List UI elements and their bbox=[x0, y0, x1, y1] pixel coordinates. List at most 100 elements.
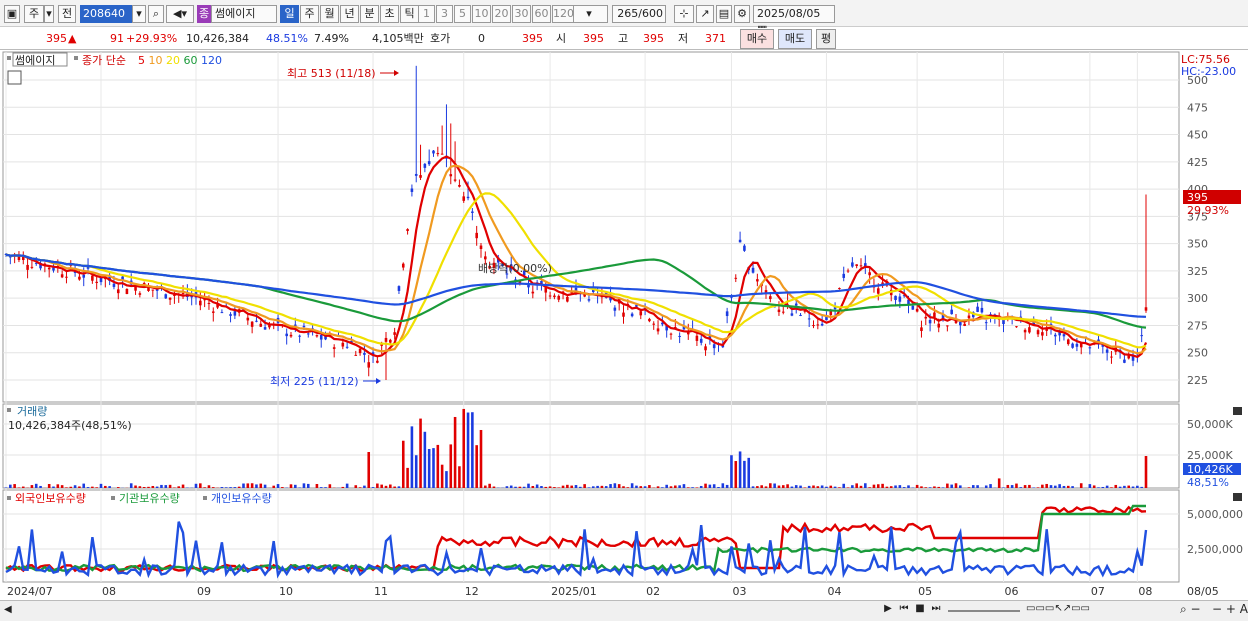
volume-bar bbox=[527, 483, 530, 488]
period-4[interactable]: 분 bbox=[360, 5, 379, 23]
view-icons[interactable]: ▭▭▭↖↗▭▭ bbox=[1026, 603, 1090, 614]
sell-button[interactable]: 매도 bbox=[778, 29, 812, 49]
speaker-icon[interactable]: ◀▾ bbox=[166, 5, 194, 23]
volume-bar bbox=[1118, 486, 1122, 488]
volume-bar bbox=[842, 483, 846, 488]
candle bbox=[354, 354, 358, 356]
candle bbox=[967, 315, 971, 319]
candle bbox=[924, 316, 928, 319]
volume-bar bbox=[436, 444, 440, 488]
tool-icon[interactable]: ↗ bbox=[696, 5, 714, 23]
period-1[interactable]: 주 bbox=[300, 5, 319, 23]
volume-bar bbox=[99, 483, 103, 488]
candle bbox=[781, 311, 785, 313]
holding-legend: 외국인보유수량 기관보유수량 개인보유수량 bbox=[7, 492, 272, 505]
candle bbox=[937, 323, 941, 328]
holding-close-icon[interactable] bbox=[1233, 493, 1242, 501]
crosshair-icon[interactable]: ⊹ bbox=[674, 5, 694, 23]
volume-bar bbox=[1071, 486, 1074, 488]
candle bbox=[406, 229, 409, 231]
volume-bar bbox=[656, 486, 660, 488]
volume-bar bbox=[764, 486, 768, 488]
candle bbox=[876, 288, 880, 294]
volume-bar bbox=[1144, 456, 1148, 488]
volume-bar bbox=[1028, 484, 1031, 488]
volume-bar bbox=[410, 426, 414, 488]
period-0[interactable]: 일 bbox=[280, 5, 299, 23]
interval-120[interactable]: 120 bbox=[552, 5, 574, 23]
x-tick: 08 bbox=[102, 585, 116, 598]
window-icon[interactable]: ▣ bbox=[4, 5, 20, 23]
interval-3[interactable]: 3 bbox=[436, 5, 453, 23]
candle bbox=[410, 188, 414, 192]
save-icon[interactable]: ▤ bbox=[716, 5, 732, 23]
volume-close-icon[interactable] bbox=[1233, 407, 1242, 415]
volume-bar bbox=[259, 483, 263, 488]
volume-bar bbox=[1088, 484, 1092, 488]
volume-bar bbox=[65, 487, 68, 488]
scroll-bar[interactable]: ◀ ▶ ⏮ ■ ⏭ ▭▭▭↖↗▭▭ ⌕ − − + A bbox=[0, 600, 1248, 621]
rewind-icon[interactable]: ⏮ bbox=[896, 603, 912, 614]
zoom-out-icon[interactable]: ⌕ − bbox=[1180, 602, 1201, 617]
volume-bar bbox=[458, 466, 461, 488]
volume-bar bbox=[712, 484, 716, 488]
volume-bar bbox=[354, 485, 358, 488]
volume-bar bbox=[609, 484, 612, 488]
volume-bar bbox=[613, 483, 617, 488]
code-dropdown-icon[interactable]: ▾ bbox=[132, 5, 146, 23]
calendar-icon[interactable] bbox=[7, 70, 22, 85]
custom-interval[interactable]: ▾ bbox=[570, 5, 608, 23]
zoom-in-icon[interactable]: − + A bbox=[1212, 602, 1248, 616]
candle bbox=[419, 175, 422, 178]
stop-icon[interactable]: ■ bbox=[912, 603, 928, 614]
volume-bar bbox=[967, 487, 971, 488]
interval-10[interactable]: 10 bbox=[472, 5, 491, 23]
eval-button[interactable]: 평 bbox=[816, 29, 836, 49]
volume-bar bbox=[1006, 484, 1010, 488]
candle bbox=[427, 161, 431, 165]
buy-button[interactable]: 매수 bbox=[740, 29, 774, 49]
zoom-slider[interactable] bbox=[948, 610, 1020, 612]
search-icon[interactable]: ⌕ bbox=[148, 5, 164, 23]
volume-bar bbox=[868, 487, 871, 488]
volume-bar bbox=[345, 483, 349, 488]
period-5[interactable]: 초 bbox=[380, 5, 399, 23]
count-total: /600 bbox=[638, 7, 663, 20]
interval-60[interactable]: 60 bbox=[532, 5, 551, 23]
x-tick: 09 bbox=[197, 585, 211, 598]
candle bbox=[302, 325, 306, 328]
stock-name-field[interactable]: 썸에이지 bbox=[211, 5, 277, 23]
candle bbox=[1110, 356, 1113, 358]
volume-bar bbox=[648, 485, 651, 488]
count-field[interactable]: 265/600 bbox=[612, 5, 666, 23]
date-field[interactable]: 2025/08/05 ▦ bbox=[753, 5, 835, 36]
candle bbox=[587, 299, 591, 301]
candle bbox=[259, 323, 263, 327]
volume-bar bbox=[449, 444, 453, 488]
code-input[interactable]: 208640 bbox=[80, 5, 132, 23]
prev-button[interactable]: 전 bbox=[58, 5, 76, 23]
turnover: 7.49% bbox=[314, 32, 349, 45]
stock-chart[interactable]: 50047545042540037535032530027525022550,0… bbox=[0, 50, 1248, 600]
market-select[interactable]: 주 bbox=[24, 5, 44, 23]
scroll-right-icon[interactable]: ▶ bbox=[880, 603, 896, 619]
interval-1[interactable]: 1 bbox=[418, 5, 435, 23]
candle bbox=[963, 323, 966, 327]
market-dropdown-icon[interactable]: ▾ bbox=[44, 5, 54, 23]
period-3[interactable]: 년 bbox=[340, 5, 359, 23]
volume-bar bbox=[626, 487, 630, 488]
candle bbox=[1015, 326, 1018, 328]
interval-20[interactable]: 20 bbox=[492, 5, 511, 23]
candle bbox=[678, 335, 681, 337]
gear-icon[interactable]: ⚙ bbox=[734, 5, 750, 23]
interval-5[interactable]: 5 bbox=[454, 5, 471, 23]
scroll-left-icon[interactable]: ◀ bbox=[4, 604, 12, 615]
interval-30[interactable]: 30 bbox=[512, 5, 531, 23]
candle bbox=[920, 327, 923, 331]
period-2[interactable]: 월 bbox=[320, 5, 339, 23]
volume-bar bbox=[725, 484, 729, 488]
period-6[interactable]: 틱 bbox=[400, 5, 419, 23]
forward-icon[interactable]: ⏭ bbox=[928, 603, 944, 614]
volume-bar bbox=[1045, 483, 1048, 488]
volume-bar bbox=[471, 412, 474, 488]
